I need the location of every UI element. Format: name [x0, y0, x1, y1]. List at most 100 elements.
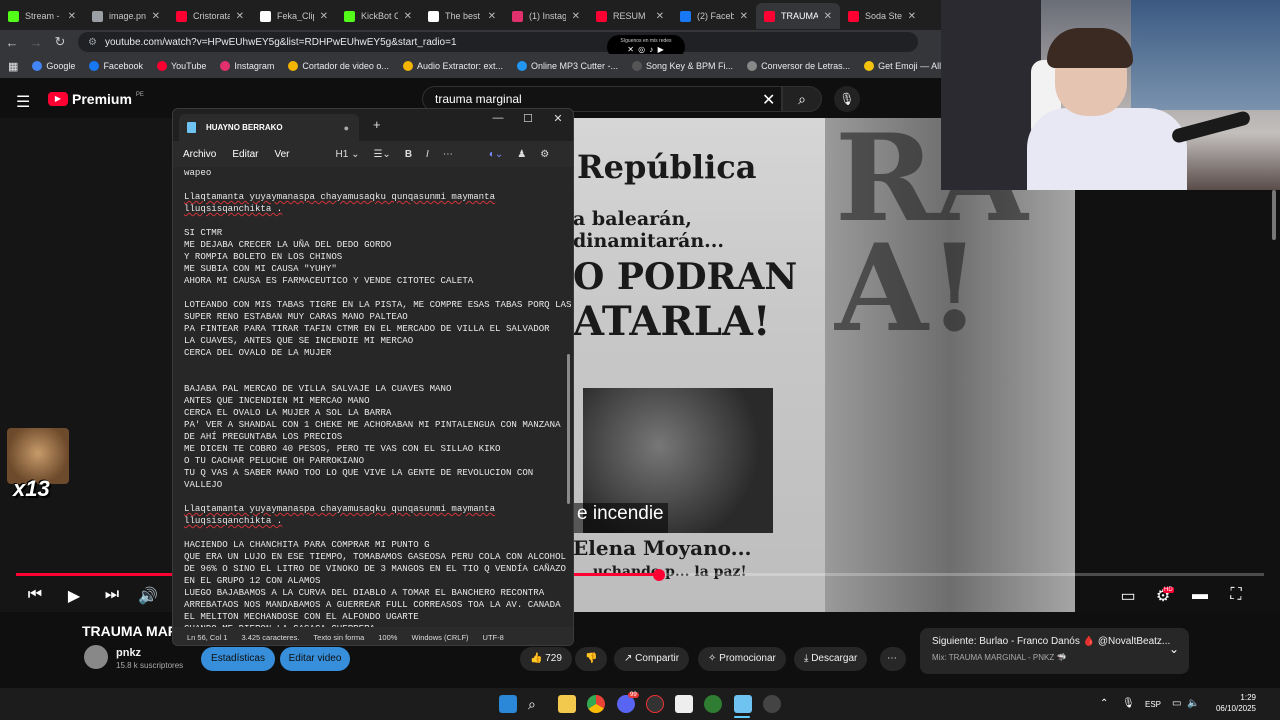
browser-tab[interactable]: Soda Stere ✕ [840, 3, 924, 29]
reload-icon[interactable]: ↻ [48, 34, 72, 50]
browser-tab[interactable]: Stream - K ✕ [0, 3, 84, 29]
bookmark-item[interactable]: Cortador de video o... [288, 61, 389, 71]
notepad-scrollbar[interactable] [567, 354, 570, 504]
volume-tray-icon[interactable]: 🔈 [1187, 698, 1199, 709]
bookmark-item[interactable]: Song Key & BPM Fi... [632, 61, 733, 71]
tab-close-icon[interactable]: ✕ [236, 11, 244, 22]
theater-mode-icon[interactable]: ▬ [1189, 586, 1211, 604]
bookmark-item[interactable]: Facebook [89, 61, 143, 71]
bookmark-item[interactable]: Instagram [220, 61, 274, 71]
promote-button[interactable]: ✧ Promocionar [698, 647, 786, 671]
browser-tab[interactable]: TRAUMA M ✕ [756, 3, 840, 29]
progress-scrubber[interactable] [652, 569, 665, 581]
tab-close-icon[interactable]: ✕ [824, 11, 832, 22]
zoom-level[interactable]: 100% [378, 633, 397, 642]
network-icon[interactable]: ▭ [1172, 698, 1181, 709]
system-clock[interactable]: 1:29 06/10/2025 [1206, 692, 1256, 714]
subtitles-icon[interactable]: ▭ [1117, 586, 1139, 606]
maximize-icon[interactable]: ☐ [513, 112, 543, 125]
unsaved-dot-icon[interactable]: ● [344, 123, 349, 133]
line-ending[interactable]: Windows (CRLF) [411, 633, 468, 642]
language-indicator[interactable]: ESP [1145, 700, 1161, 709]
browser-tab[interactable]: (2) Facebo ✕ [672, 3, 756, 29]
tab-close-icon[interactable]: ✕ [68, 11, 76, 22]
hamburger-menu-icon[interactable]: ☰ [16, 92, 30, 112]
dislike-button[interactable]: 👎 [575, 647, 607, 671]
tray-overflow-icon[interactable]: ⌃ [1100, 698, 1108, 709]
obs-icon[interactable] [646, 695, 664, 713]
browser-tab[interactable]: Cristorata ✕ [168, 3, 252, 29]
notepad-taskbar-icon[interactable] [734, 695, 752, 713]
tab-close-icon[interactable]: ✕ [320, 11, 328, 22]
media-player-icon[interactable] [763, 695, 781, 713]
notepad-text-area[interactable]: wapeo Llaqtamanta yuyaymanaspa chayamusaq… [173, 167, 573, 627]
page-scrollbar[interactable] [1272, 190, 1276, 240]
fullscreen-icon[interactable]: ⛶ [1225, 586, 1247, 604]
more-format-icon[interactable]: ⋯ [443, 149, 453, 160]
up-next-card[interactable]: Siguiente: Burlao - Franco Danós 🩸 @Nova… [920, 628, 1189, 674]
more-actions-button[interactable]: ⋯ [880, 647, 906, 671]
minimize-icon[interactable]: — [483, 112, 513, 124]
share-button[interactable]: ↗ Compartir [614, 647, 690, 671]
bookmark-item[interactable]: Audio Extractor: ext... [402, 61, 503, 71]
bookmark-item[interactable]: Conversor de Letras... [747, 61, 850, 71]
start-menu-icon[interactable] [499, 695, 517, 713]
bookmark-item[interactable]: Online MP3 Cutter -... [516, 61, 618, 71]
channel-avatar[interactable] [84, 645, 108, 669]
tab-close-icon[interactable]: ✕ [740, 11, 748, 22]
apps-grid-icon[interactable]: ▦ [8, 60, 18, 73]
notepad-tab[interactable]: HUAYNO BERRAKO ● [179, 114, 359, 141]
bold-icon[interactable]: B [405, 149, 412, 160]
close-icon[interactable]: ✕ [543, 112, 573, 125]
youtube-logo[interactable]: ▶ Premium PE [48, 91, 144, 107]
tab-close-icon[interactable]: ✕ [572, 11, 580, 22]
capture-app-icon[interactable] [675, 695, 693, 713]
menu-ver[interactable]: Ver [274, 149, 289, 160]
volume-icon[interactable]: 🔊 [137, 586, 159, 606]
stats-button[interactable]: Estadísticas [201, 647, 275, 671]
notepad-window[interactable]: HUAYNO BERRAKO ● + — ☐ ✕ Archivo Editar … [172, 108, 574, 646]
previous-icon[interactable]: ⏮ [24, 586, 46, 604]
search-button[interactable]: ⌕ [782, 86, 822, 112]
chevron-down-icon[interactable]: ⌄ [1169, 642, 1179, 656]
forward-icon[interactable]: → [24, 35, 48, 50]
bookmark-item[interactable]: YouTube [156, 61, 206, 71]
address-bar[interactable]: ⚙ youtube.com/watch?v=HPwEUhwEY5g&list=R… [78, 32, 918, 52]
settings-icon[interactable]: ⚙ [540, 149, 549, 160]
download-button[interactable]: ⤓ Descargar [794, 647, 868, 671]
edit-video-button[interactable]: Editar video [280, 647, 350, 671]
browser-tab[interactable]: RESUM ✕ [588, 3, 672, 29]
heading-dropdown[interactable]: H1 ⌄ [336, 149, 360, 160]
clear-search-icon[interactable]: ✕ [762, 90, 775, 110]
bookmark-item[interactable]: Google [32, 61, 75, 71]
tab-close-icon[interactable]: ✕ [908, 11, 916, 22]
search-taskbar-icon[interactable]: ⌕ [528, 696, 536, 713]
italic-icon[interactable]: I [426, 149, 429, 160]
browser-tab[interactable]: The best C ✕ [420, 3, 504, 29]
channel-name[interactable]: pnkz [116, 647, 141, 659]
like-button[interactable]: 👍 729 [520, 647, 572, 671]
site-info-icon[interactable]: ⚙ [88, 37, 97, 48]
tab-close-icon[interactable]: ✕ [152, 11, 160, 22]
new-tab-icon[interactable]: + [373, 117, 381, 132]
next-icon[interactable]: ⏭ [101, 586, 123, 604]
back-icon[interactable]: ← [0, 35, 24, 50]
voice-search-icon[interactable]: 🎙 [834, 86, 860, 112]
copilot-icon[interactable]: ◐⌄ [489, 149, 503, 160]
browser-tab[interactable]: KickBot Cu ✕ [336, 3, 420, 29]
list-icon[interactable]: ☰⌄ [373, 149, 390, 160]
tab-close-icon[interactable]: ✕ [404, 11, 412, 22]
xbox-icon[interactable] [704, 695, 722, 713]
menu-editar[interactable]: Editar [232, 149, 258, 160]
play-icon[interactable]: ▶ [63, 586, 85, 606]
bookmark-item[interactable]: Get Emoji — All... [864, 61, 945, 71]
notepad-title-bar[interactable]: HUAYNO BERRAKO ● + — ☐ ✕ [173, 109, 573, 141]
tab-close-icon[interactable]: ✕ [488, 11, 496, 22]
tab-close-icon[interactable]: ✕ [656, 11, 664, 22]
menu-archivo[interactable]: Archivo [183, 149, 216, 160]
microphone-tray-icon[interactable]: 🎙 [1122, 698, 1135, 709]
account-icon[interactable]: ♟ [517, 149, 526, 160]
file-explorer-icon[interactable] [558, 695, 576, 713]
browser-tab[interactable]: (1) Instagr ✕ [504, 3, 588, 29]
encoding[interactable]: UTF-8 [483, 633, 504, 642]
